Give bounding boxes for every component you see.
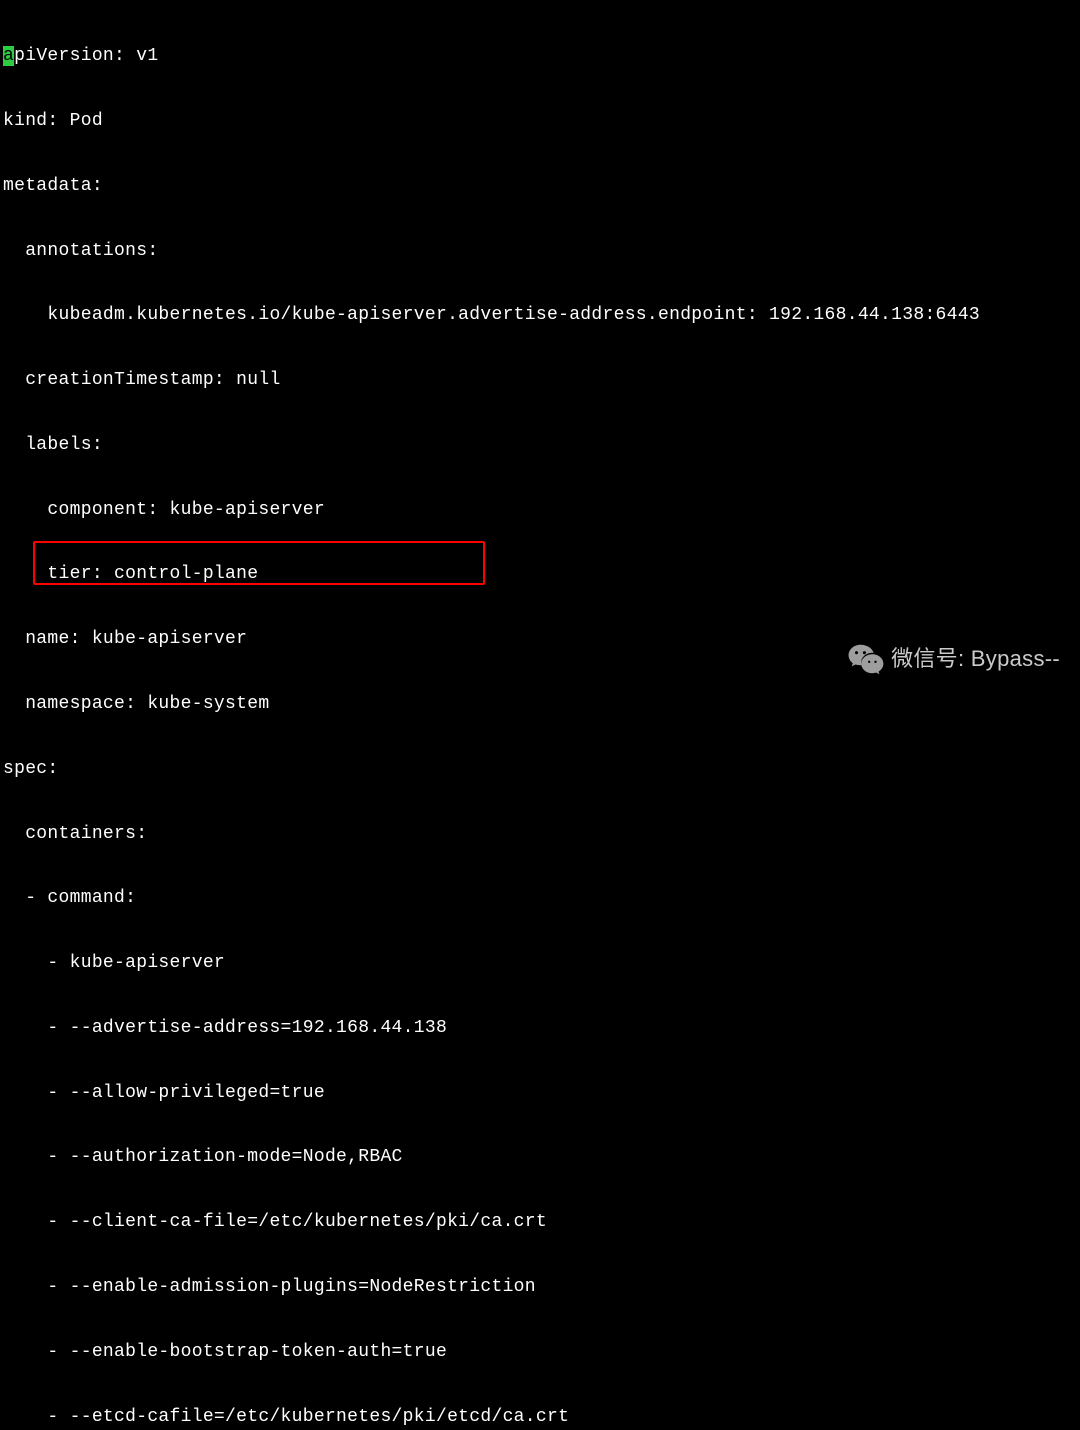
yaml-line: component: kube-apiserver: [3, 500, 1077, 522]
yaml-line: - kube-apiserver: [3, 953, 1077, 975]
yaml-line: containers:: [3, 824, 1077, 846]
yaml-line: - --client-ca-file=/etc/kubernetes/pki/c…: [3, 1212, 1077, 1234]
yaml-line: - --enable-bootstrap-token-auth=true: [3, 1342, 1077, 1364]
watermark-text: 微信号: Bypass--: [891, 648, 1060, 670]
wechat-icon: [847, 640, 885, 678]
yaml-line: spec:: [3, 759, 1077, 781]
yaml-line: metadata:: [3, 176, 1077, 198]
yaml-line: - --authorization-mode=Node,RBAC: [3, 1147, 1077, 1169]
yaml-line: - --enable-admission-plugins=NodeRestric…: [3, 1277, 1077, 1299]
yaml-line: kind: Pod: [3, 111, 1077, 133]
line-remainder: piVersion: v1: [14, 46, 158, 66]
yaml-line: labels:: [3, 435, 1077, 457]
yaml-line: - --etcd-cafile=/etc/kubernetes/pki/etcd…: [3, 1407, 1077, 1429]
watermark: 微信号: Bypass--: [843, 638, 1064, 680]
yaml-line: - --advertise-address=192.168.44.138: [3, 1018, 1077, 1040]
yaml-line: tier: control-plane: [3, 564, 1077, 586]
terminal-cursor: a: [3, 46, 14, 66]
yaml-line-first: apiVersion: v1: [3, 46, 1077, 68]
yaml-line: namespace: kube-system: [3, 694, 1077, 716]
yaml-line: kubeadm.kubernetes.io/kube-apiserver.adv…: [3, 305, 1077, 327]
yaml-line: creationTimestamp: null: [3, 370, 1077, 392]
yaml-line: - command:: [3, 888, 1077, 910]
yaml-line: annotations:: [3, 241, 1077, 263]
yaml-line: - --allow-privileged=true: [3, 1083, 1077, 1105]
terminal-output[interactable]: apiVersion: v1 kind: Pod metadata: annot…: [3, 3, 1077, 1430]
